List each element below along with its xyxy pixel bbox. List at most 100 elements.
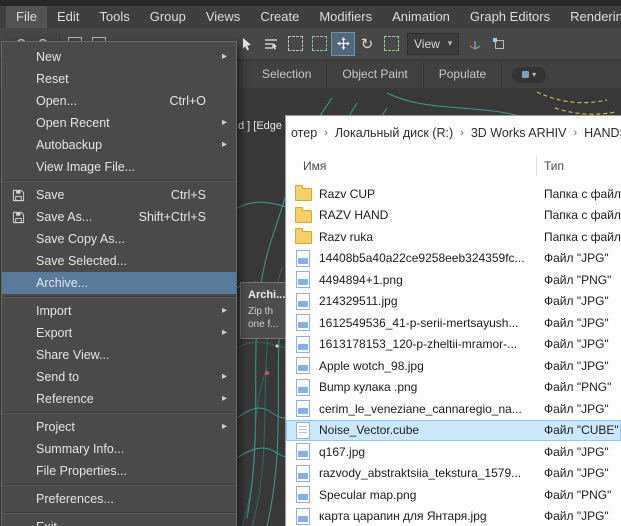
file-name: Noise_Vector.cube [319,423,420,438]
menu-item-archive[interactable]: Archive... [2,272,236,294]
file-row[interactable]: Razv ruka Папка с файлами [286,226,621,248]
menu-item-save[interactable]: Save Ctrl+S [2,184,236,206]
file-name: Bump кулака .png [319,380,418,395]
reference-coordinate-dropdown[interactable]: View ▾ [407,32,460,55]
file-row[interactable]: 1612549536_41-p-serii-mertsayush... Файл… [286,312,621,334]
menu-item-summary-info[interactable]: Summary Info... [2,438,236,460]
file-row[interactable]: Specular map.png Файл "PNG" [286,484,621,506]
file-row-selected[interactable]: Noise_Vector.cube Файл "CUBE" [286,419,621,441]
select-and-rotate-icon[interactable]: ↻ [355,32,379,56]
file-row[interactable]: RAZV HAND Папка с файлами [286,205,621,227]
file-type: Папка с файлами [544,229,621,244]
select-and-move-icon[interactable] [331,31,355,56]
menu-item-open[interactable]: Open... Ctrl+O [2,90,236,112]
menu-item-autobackup[interactable]: Autobackup ▸ [2,134,236,156]
menubar-item-rendering[interactable]: Rendering [560,6,621,28]
menu-item-label: Reset [36,72,69,86]
menu-item-label: Summary Info... [36,442,125,456]
menubar-item-views[interactable]: Views [196,6,250,28]
window-crossing-selection-icon[interactable] [307,32,331,56]
file-type: Файл "JPG" [544,294,609,309]
menu-item-send-to[interactable]: Send to ▸ [2,366,236,388]
chevron-right-icon: › [324,126,328,139]
menubar-item-tools[interactable]: Tools [89,6,139,28]
menu-item-import[interactable]: Import ▸ [2,300,236,322]
image-file-icon [295,464,312,482]
file-row[interactable]: Bump кулака .png Файл "PNG" [286,377,621,399]
menu-item-label: Share View... [36,348,110,362]
app-window: d ] [Edge File Edit Tools Group Views Cr… [0,0,621,526]
menu-item-reset[interactable]: Reset [2,68,236,90]
menubar-item-file[interactable]: File [6,6,47,28]
menu-item-open-recent[interactable]: Open Recent ▸ [2,112,236,134]
menubar-item-animation[interactable]: Animation [382,6,460,28]
file-row[interactable]: 214329511.jpg Файл "JPG" [286,291,621,313]
select-by-name-icon[interactable] [259,32,283,56]
menu-item-label: Reference [36,392,94,406]
breadcrumb-item-computer[interactable]: отер [291,126,317,140]
menu-item-save-selected[interactable]: Save Selected... [2,250,236,272]
menubar-item-group[interactable]: Group [140,6,196,28]
file-row[interactable]: razvody_abstraktsiia_tekstura_1579... Фа… [286,463,621,485]
submenu-arrow-icon: ▸ [221,305,227,316]
menu-separator [3,484,235,486]
file-list: Razv CUP Папка с файлами RAZV HAND Папка… [286,183,621,526]
select-and-scale-icon[interactable] [379,32,403,56]
menu-item-save-copy-as[interactable]: Save Copy As... [2,228,236,250]
menubar-item-create[interactable]: Create [250,6,309,28]
menu-item-new[interactable]: New ▸ [2,46,236,68]
file-row[interactable]: 4494894+1.png Файл "PNG" [286,269,621,291]
menu-item-file-properties[interactable]: File Properties... [2,460,236,482]
menu-item-exit[interactable]: Exit [2,516,236,526]
menu-item-project[interactable]: Project ▸ [2,416,236,438]
file-name: cerim_le_veneziane_cannaregio_na... [319,401,522,416]
column-header-type[interactable]: Тип [544,159,564,173]
menu-item-label: Export [36,326,73,340]
rectangular-selection-region-icon[interactable] [283,32,307,56]
select-and-manipulate-icon[interactable] [487,32,511,56]
menu-item-view-image-file[interactable]: View Image File... [2,156,236,178]
file-type: Файл "PNG" [544,380,612,395]
file-type: Файл "JPG" [544,251,609,266]
file-row[interactable]: Razv CUP Папка с файлами [286,183,621,205]
file-name: Specular map.png [319,487,417,502]
menu-item-share-view[interactable]: Share View... [2,344,236,366]
file-type: Файл "PNG" [544,487,612,502]
menu-item-label: Exit [36,520,57,526]
menubar-item-edit[interactable]: Edit [47,6,89,28]
menu-item-export[interactable]: Export ▸ [2,322,236,344]
file-row[interactable]: cerim_le_veneziane_cannaregio_na... Файл… [286,398,621,420]
file-name: q167.jpg [319,444,366,459]
menu-item-preferences[interactable]: Preferences... [2,488,236,510]
file-menu: New ▸ Reset Open... Ctrl+O Open Recent ▸… [1,41,237,526]
menu-separator [3,296,235,298]
file-type: Файл "CUBE" [544,423,619,438]
file-row[interactable]: 14408b5a40a22ce9258eeb324359fc... Файл "… [286,248,621,270]
submenu-arrow-icon: ▸ [221,51,227,62]
file-row[interactable]: Apple wotch_98.jpg Файл "JPG" [286,355,621,377]
column-header-name[interactable]: Имя [303,159,326,173]
breadcrumb-item-local-disk-r[interactable]: Локальный диск (R:) [335,126,453,140]
file-name: 14408b5a40a22ce9258eeb324359fc... [319,251,525,266]
menubar-item-modifiers[interactable]: Modifiers [309,6,382,28]
chevron-right-icon: › [573,126,578,139]
submenu-arrow-icon: ▸ [221,421,227,432]
menubar-item-graph-editors[interactable]: Graph Editors [460,6,560,28]
file-row[interactable]: 1613178153_120-p-zheltii-mramor-... Файл… [286,334,621,356]
file-row[interactable]: q167.jpg Файл "JPG" [286,441,621,463]
menu-item-save-as[interactable]: Save As... Shift+Ctrl+S [2,206,236,228]
select-object-icon[interactable] [235,32,259,56]
file-row[interactable]: карта царапин для Янтаря.jpg Файл "JPG" [286,506,621,526]
file-name: 1612549536_41-p-serii-mertsayush... [319,315,519,330]
tab-object-paint[interactable]: Object Paint [327,61,424,88]
menu-item-label: Save Selected... [36,254,128,268]
tab-selection[interactable]: Selection [246,61,328,88]
tab-populate[interactable]: Populate [424,61,503,88]
menu-item-label: Open... [36,94,77,108]
use-pivot-point-icon[interactable] [463,32,487,56]
menu-item-label: Autobackup [36,138,103,152]
ribbon-options-button[interactable]: ▾ [512,66,547,83]
breadcrumb-item-hands[interactable]: HANDS [584,126,621,140]
breadcrumb-item-3d-works-arhiv[interactable]: 3D Works ARHIV [471,126,567,140]
menu-item-reference[interactable]: Reference ▸ [2,388,236,410]
